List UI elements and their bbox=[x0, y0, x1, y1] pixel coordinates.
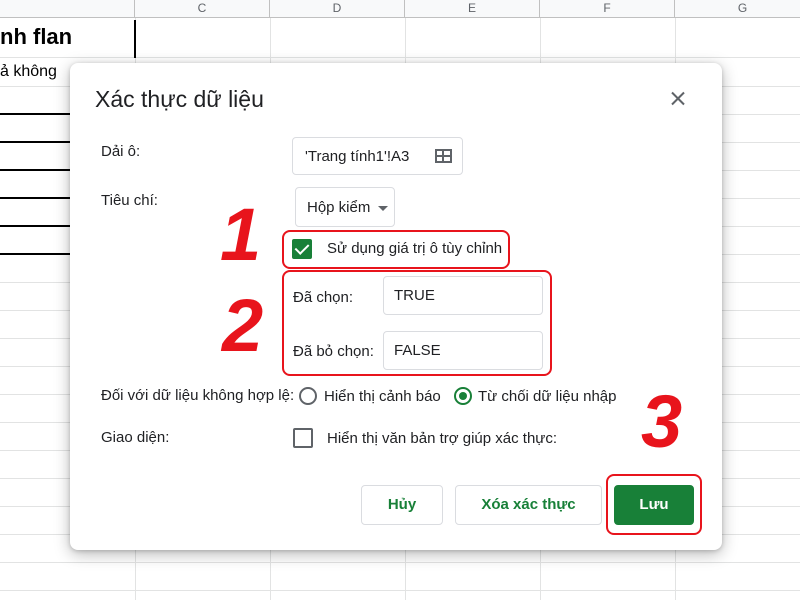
remove-validation-button[interactable]: Xóa xác thực bbox=[455, 485, 602, 525]
cell-border bbox=[0, 169, 72, 171]
range-value: 'Trang tính1'!A3 bbox=[305, 148, 410, 165]
column-header-c[interactable]: C bbox=[135, 0, 270, 18]
reject-input-radio[interactable] bbox=[454, 387, 472, 405]
show-warning-radio[interactable] bbox=[299, 387, 317, 405]
cancel-button[interactable]: Hủy bbox=[361, 485, 443, 525]
dialog-title: Xác thực dữ liệu bbox=[95, 86, 264, 112]
column-header-b[interactable] bbox=[0, 0, 135, 18]
cell-title-text[interactable]: nh flan bbox=[0, 24, 72, 50]
column-header-row: C D E F G bbox=[0, 0, 800, 18]
cell-border bbox=[0, 225, 72, 227]
grid-line bbox=[0, 57, 800, 58]
column-header-e[interactable]: E bbox=[405, 0, 540, 18]
cell-border bbox=[0, 113, 72, 115]
annotation-step3-number: 3 bbox=[641, 380, 683, 463]
annotation-step1-number: 1 bbox=[220, 193, 262, 276]
select-range-grid-icon[interactable] bbox=[435, 149, 452, 163]
grid-line bbox=[0, 590, 800, 591]
annotation-step2-number: 2 bbox=[222, 284, 264, 367]
criteria-value: Hộp kiểm bbox=[307, 199, 371, 216]
column-header-d[interactable]: D bbox=[270, 0, 405, 18]
show-help-text-label[interactable]: Hiển thị văn bản trợ giúp xác thực: bbox=[327, 430, 557, 447]
reject-input-label[interactable]: Từ chối dữ liệu nhập bbox=[478, 388, 617, 405]
cell-header-text[interactable]: ả không bbox=[0, 63, 57, 81]
cell-border bbox=[0, 253, 72, 255]
cell-border bbox=[0, 197, 72, 199]
column-header-f[interactable]: F bbox=[540, 0, 675, 18]
criteria-dropdown[interactable]: Hộp kiểm bbox=[295, 187, 395, 227]
annotation-box-step2 bbox=[282, 270, 552, 376]
chevron-down-icon bbox=[378, 206, 388, 211]
cell-border bbox=[134, 20, 136, 58]
show-help-text-checkbox[interactable] bbox=[293, 428, 313, 448]
annotation-box-step3 bbox=[606, 474, 702, 535]
range-label: Dải ô: bbox=[101, 143, 141, 160]
grid-line bbox=[0, 562, 800, 563]
appearance-label: Giao diện: bbox=[101, 429, 170, 446]
invalid-data-label: Đối với dữ liệu không hợp lệ: bbox=[101, 387, 295, 404]
column-header-g[interactable]: G bbox=[675, 0, 800, 18]
range-input[interactable]: 'Trang tính1'!A3 bbox=[292, 137, 463, 175]
show-warning-label[interactable]: Hiển thị cảnh báo bbox=[324, 388, 441, 405]
criteria-label: Tiêu chí: bbox=[101, 192, 158, 209]
annotation-box-step1 bbox=[282, 230, 510, 269]
close-icon[interactable] bbox=[667, 88, 689, 110]
cell-border bbox=[0, 141, 72, 143]
